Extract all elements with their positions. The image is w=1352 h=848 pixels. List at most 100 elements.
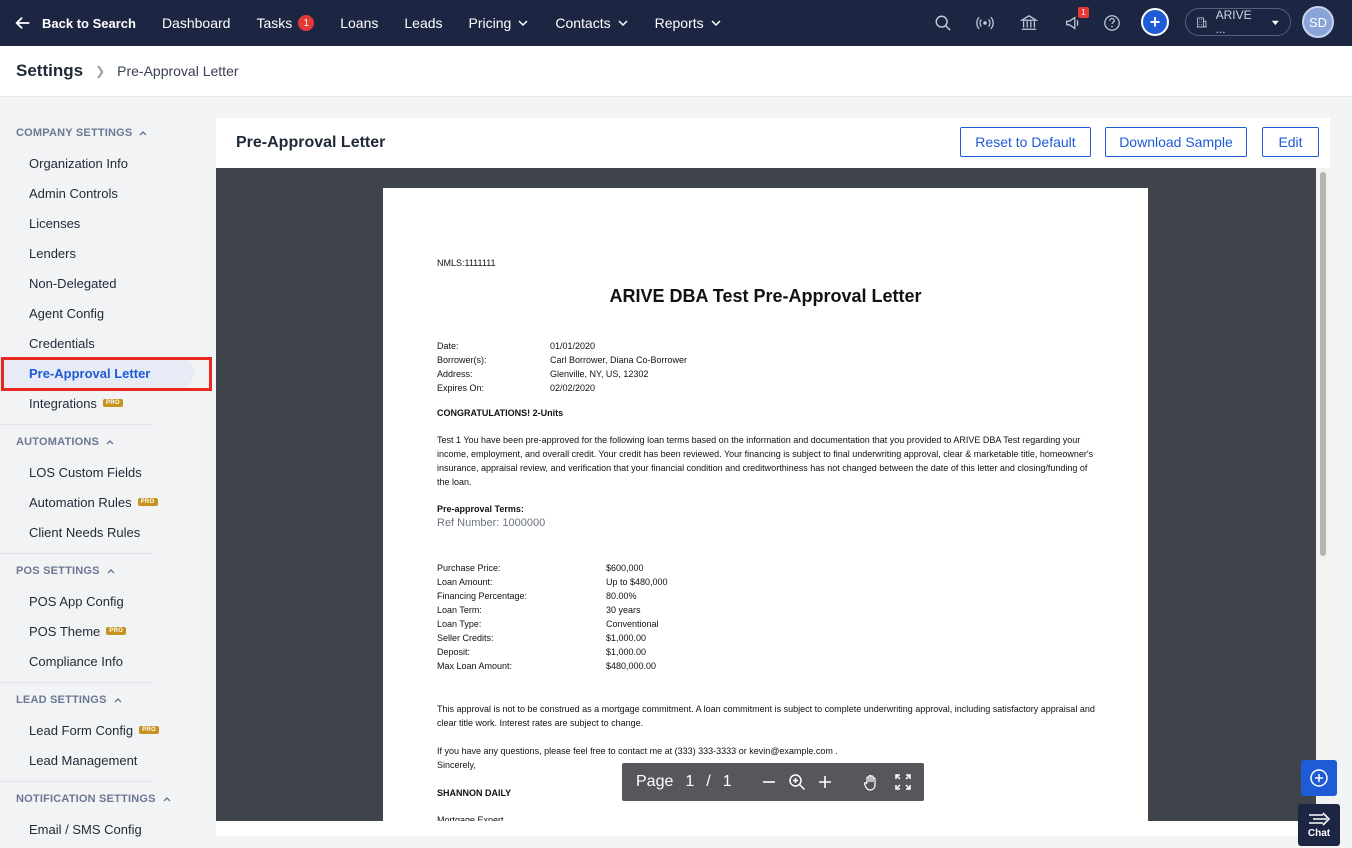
nav-tasks[interactable]: Tasks 1 xyxy=(256,15,315,31)
letter-title: ARIVE DBA Test Pre-Approval Letter xyxy=(609,286,922,306)
sidebar-item-lead-form-config[interactable]: Lead Form Config PRO xyxy=(0,715,212,745)
user-avatar[interactable]: SD xyxy=(1302,6,1334,38)
section-lead-settings[interactable]: LEAD SETTINGS xyxy=(0,689,212,711)
letter-header-fields: Date: 01/01/2020 Borrower(s): Carl Borrowe… xyxy=(437,339,687,395)
nav-reports[interactable]: Reports xyxy=(655,15,722,31)
sidebar-item-label: Agent Config xyxy=(29,305,105,321)
broadcast-icon[interactable] xyxy=(975,13,995,33)
sidebar-item-pre-approval-letter[interactable]: Pre-Approval Letter xyxy=(0,358,194,388)
create-new-button[interactable]: + xyxy=(1141,8,1169,36)
term-value: 30 years xyxy=(606,605,641,615)
sidebar-item-credentials[interactable]: Credentials xyxy=(0,328,212,358)
sidebar-item-admin-controls[interactable]: Admin Controls xyxy=(0,178,212,208)
zoom-in-icon[interactable] xyxy=(816,773,834,791)
current-page-input[interactable]: 1 xyxy=(685,773,694,791)
zoom-out-icon[interactable] xyxy=(760,773,778,791)
sidebar-item-lenders[interactable]: Lenders xyxy=(0,238,212,268)
sidebar-item-compliance-info[interactable]: Compliance Info xyxy=(0,646,212,676)
zoom-controls xyxy=(746,763,848,801)
section-divider xyxy=(0,682,152,683)
term-row: Loan Term: 30 years xyxy=(437,603,668,617)
nmls-number: NMLS:1111111 xyxy=(437,258,496,268)
nav-loans[interactable]: Loans xyxy=(340,15,378,31)
section-header-label: POS SETTINGS xyxy=(16,565,100,577)
term-value: $600,000 xyxy=(606,563,644,573)
breadcrumb: Settings ❯ Pre-Approval Letter xyxy=(0,46,1352,97)
sidebar-item-label: Pre-Approval Letter xyxy=(29,365,151,381)
chevron-up-icon xyxy=(163,797,171,802)
hand-pan-icon[interactable] xyxy=(862,773,880,791)
sidebar-item-label: LOS Custom Fields xyxy=(29,464,142,480)
edit-button[interactable]: Edit xyxy=(1262,127,1319,157)
term-key: Purchase Price: xyxy=(437,563,501,573)
nav-reports-label: Reports xyxy=(654,15,704,31)
letter-body-intro: Test 1 You have been pre-approved for th… xyxy=(437,435,1094,487)
term-row: Financing Percentage: 80.00% xyxy=(437,589,668,603)
sidebar-item-los-custom-fields[interactable]: LOS Custom Fields xyxy=(0,457,212,487)
term-key: Max Loan Amount: xyxy=(437,661,513,671)
caret-down-icon xyxy=(1272,20,1280,25)
nav-leads-label: Leads xyxy=(404,15,443,31)
term-key: Loan Amount: xyxy=(437,577,493,587)
fullscreen-icon[interactable] xyxy=(894,773,912,791)
company-selector[interactable]: ARIVE ... xyxy=(1185,8,1291,36)
tasks-count-badge: 1 xyxy=(298,15,315,31)
zoom-fit-icon[interactable] xyxy=(788,773,806,791)
section-header-label: LEAD SETTINGS xyxy=(16,694,107,706)
section-notification-settings[interactable]: NOTIFICATION SETTINGS xyxy=(0,788,212,810)
bank-icon[interactable] xyxy=(1019,13,1039,33)
term-value: $1,000.00 xyxy=(606,633,647,643)
scrollbar-thumb[interactable] xyxy=(1320,172,1326,556)
pre-approval-panel: Pre-Approval Letter Reset to Default Dow… xyxy=(216,118,1330,836)
help-icon[interactable] xyxy=(1102,13,1122,33)
quick-add-button[interactable] xyxy=(1301,760,1337,796)
page-label: Page xyxy=(636,773,674,790)
download-sample-button[interactable]: Download Sample xyxy=(1105,127,1247,157)
sidebar-item-lead-management[interactable]: Lead Management xyxy=(0,745,212,775)
section-divider xyxy=(0,781,152,782)
term-value: 80.00% xyxy=(606,591,637,601)
sidebar-item-integrations[interactable]: Integrations PRO xyxy=(0,388,212,418)
reset-to-default-button[interactable]: Reset to Default xyxy=(960,127,1091,157)
letter-body-contact: If you have any questions, please feel f… xyxy=(437,746,838,756)
announcement-icon[interactable]: 1 xyxy=(1063,7,1089,33)
chat-button[interactable]: Chat xyxy=(1298,804,1340,846)
ref-number: Ref Number: 1000000 xyxy=(437,517,546,529)
nav-leads[interactable]: Leads xyxy=(404,15,442,31)
sidebar-item-label: Credentials xyxy=(29,335,95,351)
sidebar-item-organization-info[interactable]: Organization Info xyxy=(0,148,212,178)
pdf-viewer[interactable]: NMLS:1111111 ARIVE DBA Test Pre-Approval… xyxy=(216,168,1316,821)
sidebar-item-pos-app-config[interactable]: POS App Config xyxy=(0,586,212,616)
plus-circle-icon xyxy=(1310,769,1328,787)
field-key: Borrower(s): xyxy=(437,355,487,365)
term-value: $1,000.00 xyxy=(606,647,647,657)
back-to-search-link[interactable]: Back to Search xyxy=(14,14,136,32)
term-value: Up to $480,000 xyxy=(606,577,668,587)
sidebar-item-email-sms-config[interactable]: Email / SMS Config xyxy=(0,814,212,844)
nav-dashboard[interactable]: Dashboard xyxy=(162,15,231,31)
sidebar-item-client-needs-rules[interactable]: Client Needs Rules xyxy=(0,517,212,547)
section-company-settings[interactable]: COMPANY SETTINGS xyxy=(0,122,212,144)
sidebar-item-pos-theme[interactable]: POS Theme PRO xyxy=(0,616,212,646)
panel-title: Pre-Approval Letter xyxy=(236,134,386,151)
building-icon xyxy=(1196,17,1207,28)
settings-sidebar: COMPANY SETTINGS Organization Info Admin… xyxy=(0,98,212,848)
term-row: Loan Amount: Up to $480,000 xyxy=(437,575,668,589)
sidebar-item-non-delegated[interactable]: Non-Delegated xyxy=(0,268,212,298)
sidebar-item-licenses[interactable]: Licenses xyxy=(0,208,212,238)
term-value: $480,000.00 xyxy=(606,661,657,671)
viewer-scrollbar[interactable] xyxy=(1316,168,1330,821)
breadcrumb-settings[interactable]: Settings xyxy=(16,61,83,81)
search-icon[interactable] xyxy=(933,13,953,33)
section-pos-settings[interactable]: POS SETTINGS xyxy=(0,560,212,582)
nav-contacts[interactable]: Contacts xyxy=(555,15,628,31)
sidebar-item-agent-config[interactable]: Agent Config xyxy=(0,298,212,328)
pro-badge: PRO xyxy=(139,726,159,734)
section-automations[interactable]: AUTOMATIONS xyxy=(0,431,212,453)
nav-pricing[interactable]: Pricing xyxy=(469,15,530,31)
sidebar-item-label: Automation Rules xyxy=(29,494,132,510)
sidebar-item-automation-rules[interactable]: Automation Rules PRO xyxy=(0,487,212,517)
field-value: Carl Borrower, Diana Co-Borrower xyxy=(550,355,688,365)
chevron-up-icon xyxy=(139,131,147,136)
chevron-right-icon: ❯ xyxy=(95,64,106,78)
